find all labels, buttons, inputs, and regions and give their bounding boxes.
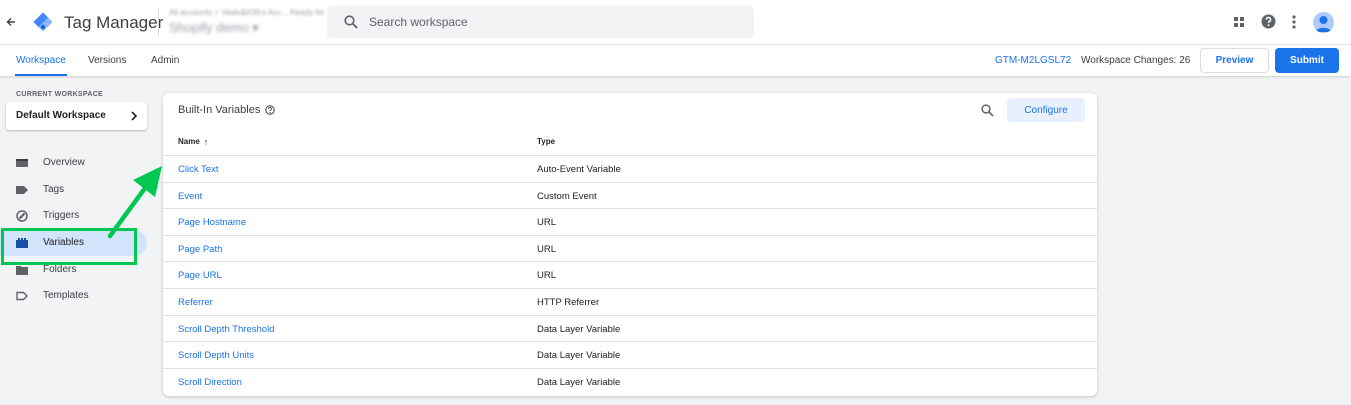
table-row[interactable]: Event Custom Event [163,181,1097,209]
tab-admin[interactable]: Admin [151,55,179,66]
variable-type: Auto-Event Variable [537,164,621,175]
sidebar-item-tags[interactable]: Tags [0,177,147,203]
user-avatar-icon [1315,16,1332,32]
workspace-name: Default Workspace [16,110,106,121]
tag-manager-logo-icon [33,12,53,32]
overview-icon [16,159,28,167]
sidebar-item-label: Templates [43,290,89,301]
variable-name-link[interactable]: Page Hostname [178,217,246,228]
sidebar-item-triggers[interactable]: Triggers [0,203,147,229]
table-row[interactable]: Scroll Depth Units Data Layer Variable [163,341,1097,368]
variable-type: Custom Event [537,190,597,202]
sidebar-item-label: Tags [43,184,65,195]
variable-type: URL [537,270,557,282]
help-icon[interactable] [1261,14,1276,29]
chevron-right-icon [131,111,138,121]
preview-button[interactable]: Preview [1200,48,1269,73]
active-tab-indicator [15,74,67,76]
variable-type: HTTP Referrer [537,297,600,308]
tag-icon [16,186,28,194]
sidebar-item-label: Overview [43,157,85,168]
workspace-changes-count: Workspace Changes: 26 [1081,55,1191,66]
search-icon[interactable] [981,104,994,117]
sidebar-item-variables[interactable]: Variables [0,230,147,256]
container-name[interactable]: Shopify demo ▾ [169,20,259,36]
template-icon [16,291,28,301]
column-header-name[interactable]: Name ↑ [178,137,208,147]
workspace-nav-bar: Workspace Versions Admin GTM-M2LGSL72 Wo… [0,44,1351,76]
folder-icon [16,266,28,275]
variable-name-link[interactable]: Page URL [178,270,222,281]
variable-name-link[interactable]: Event [178,191,202,202]
variable-name-link[interactable]: Page Path [178,244,222,255]
table-row[interactable]: Page Hostname URL [163,208,1097,235]
variables-icon [16,238,28,248]
back-arrow-icon[interactable] [6,14,18,30]
variable-name-link[interactable]: Scroll Direction [178,377,242,388]
table-row[interactable]: Referrer HTTP Referrer [163,288,1097,315]
submit-button[interactable]: Submit [1275,48,1339,73]
search-icon [344,15,358,29]
table-row[interactable]: Scroll Direction Data Layer Variable [163,367,1097,395]
variable-type: Data Layer Variable [537,323,621,335]
trigger-icon [16,210,28,222]
table-row[interactable]: Page URL URL [163,261,1097,288]
search-box[interactable] [327,6,754,38]
sidebar-item-templates[interactable]: Templates [0,283,147,309]
more-vert-icon[interactable] [1292,14,1296,30]
sidebar-item-label: Triggers [43,210,80,221]
workspace-selector[interactable]: Default Workspace [6,102,147,130]
help-circle-icon[interactable] [265,105,275,115]
configure-button[interactable]: Configure [1007,98,1085,122]
current-workspace-label: CURRENT WORKSPACE [16,91,104,98]
table-row[interactable]: Scroll Depth Threshold Data Layer Variabl… [163,314,1097,342]
account-path[interactable]: All accounts > Vastu&#39;s Acc... Ready … [169,8,325,17]
tab-workspace[interactable]: Workspace [16,55,66,66]
tab-versions[interactable]: Versions [88,55,126,66]
table-row[interactable]: Click Text Auto-Event Variable [163,155,1097,182]
variable-name-link[interactable]: Referrer [178,297,213,308]
variable-type: Data Layer Variable [537,350,621,362]
search-input[interactable] [369,13,729,31]
variable-name-link[interactable]: Click Text [178,164,218,175]
sidebar-item-overview[interactable]: Overview [0,150,147,176]
built-in-variables-card: Built-In Variables Configure Name ↑ Type … [163,93,1097,396]
apps-grid-icon[interactable] [1233,16,1245,28]
card-title: Built-In Variables [178,104,261,116]
sidebar-item-label: Folders [43,264,77,275]
variable-name-link[interactable]: Scroll Depth Units [178,350,254,361]
sort-ascending-icon[interactable]: ↑ [204,137,209,147]
user-avatar[interactable] [1313,12,1334,33]
app-title: Tag Manager [64,13,164,32]
variable-name-link[interactable]: Scroll Depth Threshold [178,324,274,335]
table-row[interactable]: Page Path URL [163,234,1097,262]
sidebar-item-label: Variables [43,237,84,248]
title-divider [158,8,159,36]
variable-type: URL [537,217,557,229]
container-id-link[interactable]: GTM-M2LGSL72 [995,55,1071,66]
variable-type: URL [537,243,557,255]
sidebar-item-folders[interactable]: Folders [0,257,147,283]
top-bar: Tag Manager All accounts > Vastu&#39;s A… [0,0,1351,44]
column-header-type[interactable]: Type [537,137,555,146]
variable-type: Data Layer Variable [537,376,621,388]
